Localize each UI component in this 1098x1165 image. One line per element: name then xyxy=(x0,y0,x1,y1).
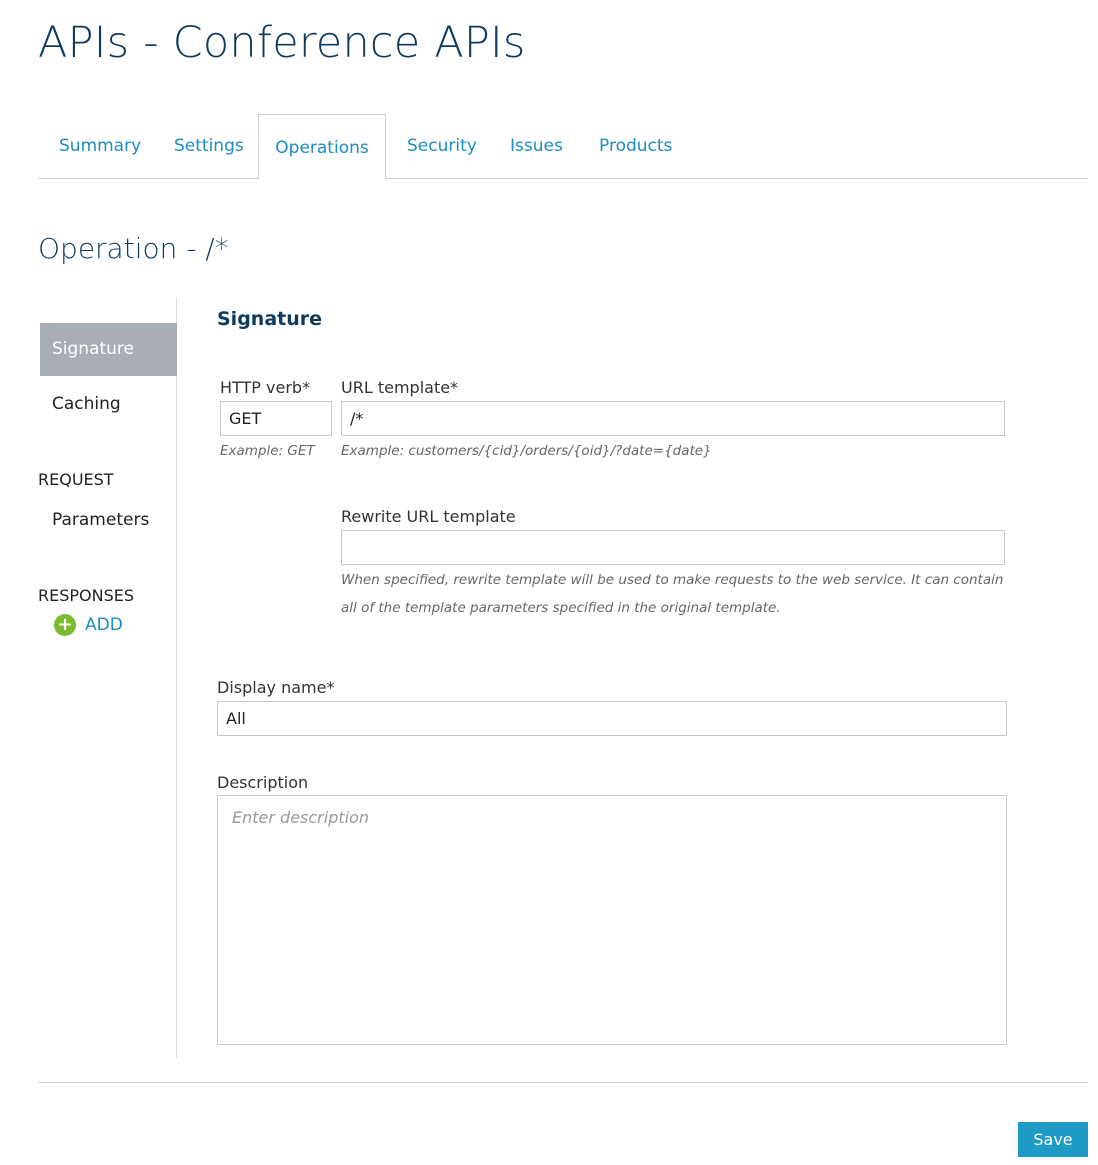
url-template-input[interactable] xyxy=(341,401,1005,436)
tab-settings[interactable]: Settings xyxy=(174,114,244,178)
rewrite-url-label: Rewrite URL template xyxy=(341,507,516,526)
section-title-signature: Signature xyxy=(217,308,323,330)
footer-divider xyxy=(38,1082,1088,1083)
tab-operations[interactable]: Operations xyxy=(258,114,386,180)
save-button[interactable]: Save xyxy=(1018,1122,1088,1157)
rewrite-url-hint: When specified, rewrite template will be… xyxy=(341,572,1004,616)
url-template-hint: Example: customers/{cid}/orders/{oid}/?d… xyxy=(341,443,712,459)
description-textarea[interactable] xyxy=(217,795,1007,1045)
sidebar-divider xyxy=(176,298,177,1058)
http-verb-hint: Example: GET xyxy=(220,443,315,459)
add-response-button[interactable]: + ADD xyxy=(54,612,123,638)
sidebar-heading-responses: RESPONSES xyxy=(38,586,135,605)
tab-security[interactable]: Security xyxy=(407,114,477,178)
http-verb-label: HTTP verb* xyxy=(220,378,311,397)
http-verb-input[interactable] xyxy=(220,401,332,436)
display-name-label: Display name* xyxy=(217,678,335,697)
description-label: Description xyxy=(217,773,309,792)
sidebar-item-signature[interactable]: Signature xyxy=(40,323,177,376)
display-name-input[interactable] xyxy=(217,701,1007,736)
plus-circle-icon: + xyxy=(54,614,76,636)
sidebar-item-caching[interactable]: Caching xyxy=(52,394,121,414)
url-template-label: URL template* xyxy=(341,378,459,397)
tab-summary[interactable]: Summary xyxy=(59,114,141,178)
operation-title: Operation - /* xyxy=(38,232,229,265)
sidebar-heading-request: REQUEST xyxy=(38,470,114,489)
sidebar-item-parameters[interactable]: Parameters xyxy=(52,510,149,530)
tab-products[interactable]: Products xyxy=(599,114,672,178)
tab-issues[interactable]: Issues xyxy=(510,114,563,178)
rewrite-url-input[interactable] xyxy=(341,530,1005,565)
page-title: APIs - Conference APIs xyxy=(38,18,526,68)
tab-bar: Summary Settings Operations Security Iss… xyxy=(38,114,1088,180)
add-label: ADD xyxy=(85,615,123,635)
